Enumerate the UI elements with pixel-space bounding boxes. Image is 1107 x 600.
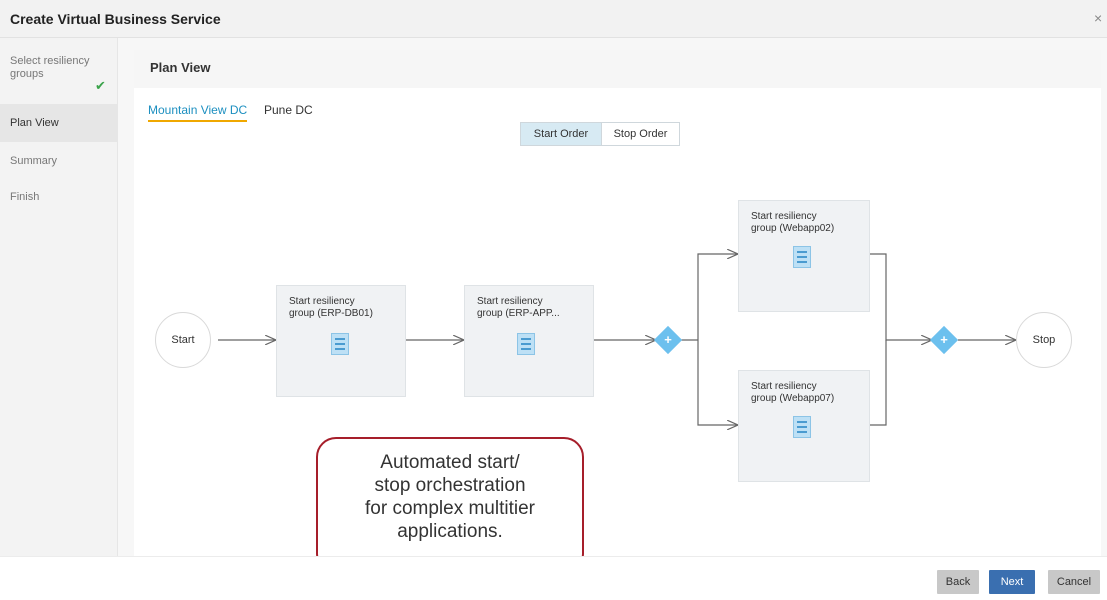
resiliency-group-icon	[793, 416, 811, 438]
resiliency-group-icon	[793, 246, 811, 268]
next-button[interactable]: Next	[989, 570, 1035, 594]
cancel-button[interactable]: Cancel	[1048, 570, 1100, 594]
create-vbs-dialog: Create Virtual Business Service × Select…	[0, 0, 1107, 600]
group-label: Start resiliency group (Webapp07)	[751, 381, 835, 404]
resiliency-group-icon	[517, 333, 535, 355]
callout-line: stop orchestration	[374, 475, 526, 496]
connector-line	[870, 340, 887, 426]
connector-line	[697, 340, 738, 425]
start-node[interactable]: Start	[155, 312, 211, 368]
group-label: Start resiliency group (ERP-DB01)	[289, 296, 373, 319]
group-label: Start resiliency group (Webapp02)	[751, 211, 835, 234]
resiliency-group-icon	[331, 333, 349, 355]
back-button[interactable]: Back	[937, 570, 979, 594]
stop-node[interactable]: Stop	[1016, 312, 1072, 368]
resiliency-group-erp-db01[interactable]: Start resiliency group (ERP-DB01)	[276, 285, 406, 397]
connector-line	[870, 253, 932, 340]
callout-line: Automated start/	[380, 452, 520, 473]
group-label: Start resiliency group (ERP-APP...	[477, 296, 560, 319]
plus-icon: +	[940, 332, 948, 347]
resiliency-group-webapp07[interactable]: Start resiliency group (Webapp07)	[738, 370, 870, 482]
callout-line: for complex multitier	[365, 498, 535, 519]
connector-line	[697, 254, 738, 340]
resiliency-group-webapp02[interactable]: Start resiliency group (Webapp02)	[738, 200, 870, 312]
callout-note: Automated start/ stop orchestration for …	[316, 437, 584, 574]
plus-icon: +	[664, 332, 672, 347]
resiliency-group-erp-app[interactable]: Start resiliency group (ERP-APP...	[464, 285, 594, 397]
callout-line: applications.	[397, 521, 503, 542]
